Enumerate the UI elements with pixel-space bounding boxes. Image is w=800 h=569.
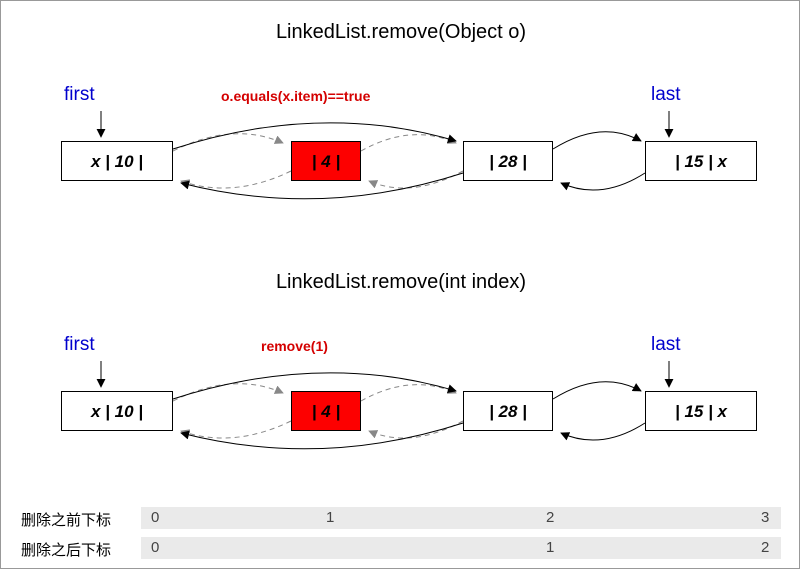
title-remove-object: LinkedList.remove(Object o) bbox=[1, 21, 800, 44]
idx-before-2: 2 bbox=[546, 507, 554, 529]
node-removed-2: | 4 | bbox=[291, 391, 361, 431]
node-first-1: x | 10 | bbox=[61, 141, 173, 181]
diagram-canvas: LinkedList.remove(Object o) first last o… bbox=[0, 0, 800, 569]
index-before-title: 删除之前下标 bbox=[21, 509, 111, 530]
idx-before-3: 3 bbox=[761, 507, 769, 529]
node-third-2: | 28 | bbox=[463, 391, 553, 431]
idx-before-0: 0 bbox=[151, 507, 159, 529]
node-removed-1: | 4 | bbox=[291, 141, 361, 181]
node-third-1: | 28 | bbox=[463, 141, 553, 181]
idx-after-2: 1 bbox=[546, 537, 554, 559]
index-after-row: 0 1 2 bbox=[141, 537, 781, 559]
condition-label-2: remove(1) bbox=[261, 338, 328, 354]
idx-after-0: 0 bbox=[151, 537, 159, 559]
index-before-row: 0 1 2 3 bbox=[141, 507, 781, 529]
node-last-1: | 15 | x bbox=[645, 141, 757, 181]
title-remove-index: LinkedList.remove(int index) bbox=[1, 271, 800, 294]
idx-after-3: 2 bbox=[761, 537, 769, 559]
node-first-2: x | 10 | bbox=[61, 391, 173, 431]
last-label-1: last bbox=[651, 84, 681, 106]
first-label-1: first bbox=[64, 84, 95, 106]
idx-before-1: 1 bbox=[326, 507, 334, 529]
condition-label-1: o.equals(x.item)==true bbox=[221, 88, 370, 104]
index-after-title: 删除之后下标 bbox=[21, 539, 111, 560]
last-label-2: last bbox=[651, 334, 681, 356]
first-label-2: first bbox=[64, 334, 95, 356]
node-last-2: | 15 | x bbox=[645, 391, 757, 431]
